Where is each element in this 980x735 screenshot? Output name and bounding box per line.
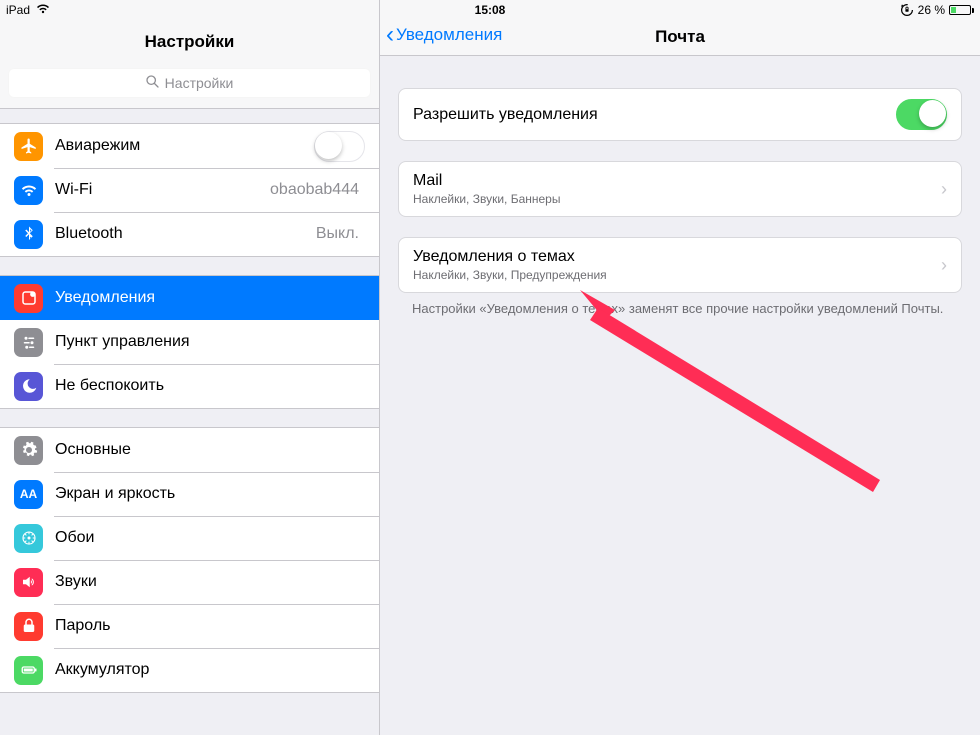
wallpaper-label: Обои bbox=[55, 529, 365, 547]
bluetooth-value: Выкл. bbox=[316, 225, 359, 243]
back-button[interactable]: ‹ Уведомления bbox=[386, 23, 502, 47]
settings-sidebar: Настройки Настройки Авиарежим bbox=[0, 0, 380, 735]
device-label: iPad bbox=[6, 3, 30, 17]
sounds-label: Звуки bbox=[55, 573, 365, 591]
sidebar-item-sounds[interactable]: Звуки bbox=[0, 560, 379, 604]
sidebar-item-display[interactable]: AA Экран и яркость bbox=[0, 472, 379, 516]
bluetooth-label: Bluetooth bbox=[55, 225, 316, 243]
mail-sub: Наклейки, Звуки, Баннеры bbox=[413, 192, 941, 206]
battery-percent: 26 % bbox=[918, 3, 945, 17]
allow-notifications-row[interactable]: Разрешить уведомления bbox=[399, 89, 961, 140]
display-label: Экран и яркость bbox=[55, 485, 365, 503]
chevron-right-icon: › bbox=[941, 179, 947, 200]
threads-title: Уведомления о темах bbox=[413, 248, 941, 266]
sidebar-item-wifi[interactable]: Wi-Fi obaobab444 bbox=[0, 168, 379, 212]
sounds-icon bbox=[14, 568, 43, 597]
control-center-label: Пункт управления bbox=[55, 333, 365, 351]
battery-label: Аккумулятор bbox=[55, 661, 365, 679]
wifi-icon bbox=[36, 3, 50, 17]
sidebar-item-dnd[interactable]: Не беспокоить bbox=[0, 364, 379, 408]
general-label: Основные bbox=[55, 441, 365, 459]
airplane-icon bbox=[14, 132, 43, 161]
clock: 15:08 bbox=[475, 3, 506, 17]
search-input[interactable]: Настройки bbox=[8, 68, 371, 98]
threads-sub: Наклейки, Звуки, Предупреждения bbox=[413, 268, 941, 282]
general-icon bbox=[14, 436, 43, 465]
battery-settings-icon bbox=[14, 656, 43, 685]
notifications-icon bbox=[14, 284, 43, 313]
airplane-toggle[interactable] bbox=[314, 131, 365, 162]
wifi-value: obaobab444 bbox=[270, 181, 359, 199]
sidebar-item-airplane[interactable]: Авиарежим bbox=[0, 124, 379, 168]
sidebar-item-notifications[interactable]: Уведомления bbox=[0, 276, 379, 320]
status-bar: iPad 15:08 26 % bbox=[0, 0, 980, 20]
airplane-label: Авиарежим bbox=[55, 137, 314, 155]
battery-icon bbox=[949, 5, 974, 15]
wallpaper-icon bbox=[14, 524, 43, 553]
thread-notifications-row[interactable]: Уведомления о темах Наклейки, Звуки, Пре… bbox=[399, 238, 961, 292]
sidebar-item-battery[interactable]: Аккумулятор bbox=[0, 648, 379, 692]
back-label: Уведомления bbox=[396, 25, 502, 45]
sidebar-title: Настройки bbox=[0, 24, 379, 62]
mail-title: Mail bbox=[413, 172, 941, 190]
search-icon bbox=[146, 75, 159, 91]
mail-account-row[interactable]: Mail Наклейки, Звуки, Баннеры › bbox=[399, 162, 961, 216]
detail-pane: ‹ Уведомления Почта Разрешить уведомлени… bbox=[380, 0, 980, 735]
allow-notifications-toggle[interactable] bbox=[896, 99, 947, 130]
sidebar-item-wallpaper[interactable]: Обои bbox=[0, 516, 379, 560]
display-icon: AA bbox=[14, 480, 43, 509]
sidebar-item-bluetooth[interactable]: Bluetooth Выкл. bbox=[0, 212, 379, 256]
passcode-icon bbox=[14, 612, 43, 641]
control-center-icon bbox=[14, 328, 43, 357]
dnd-label: Не беспокоить bbox=[55, 377, 365, 395]
wifi-settings-icon bbox=[14, 176, 43, 205]
passcode-label: Пароль bbox=[55, 617, 365, 635]
sidebar-item-control-center[interactable]: Пункт управления bbox=[0, 320, 379, 364]
allow-notifications-label: Разрешить уведомления bbox=[413, 106, 896, 124]
dnd-icon bbox=[14, 372, 43, 401]
search-placeholder: Настройки bbox=[165, 75, 234, 91]
wifi-label: Wi-Fi bbox=[55, 181, 270, 199]
notifications-label: Уведомления bbox=[55, 289, 365, 307]
chevron-right-icon: › bbox=[941, 255, 947, 276]
sidebar-item-general[interactable]: Основные bbox=[0, 428, 379, 472]
footer-note: Настройки «Уведомления о темах» заменят … bbox=[398, 293, 962, 316]
detail-title: Почта bbox=[655, 27, 705, 47]
orientation-lock-icon bbox=[900, 3, 914, 17]
chevron-left-icon: ‹ bbox=[386, 23, 394, 47]
bluetooth-icon bbox=[14, 220, 43, 249]
sidebar-item-passcode[interactable]: Пароль bbox=[0, 604, 379, 648]
